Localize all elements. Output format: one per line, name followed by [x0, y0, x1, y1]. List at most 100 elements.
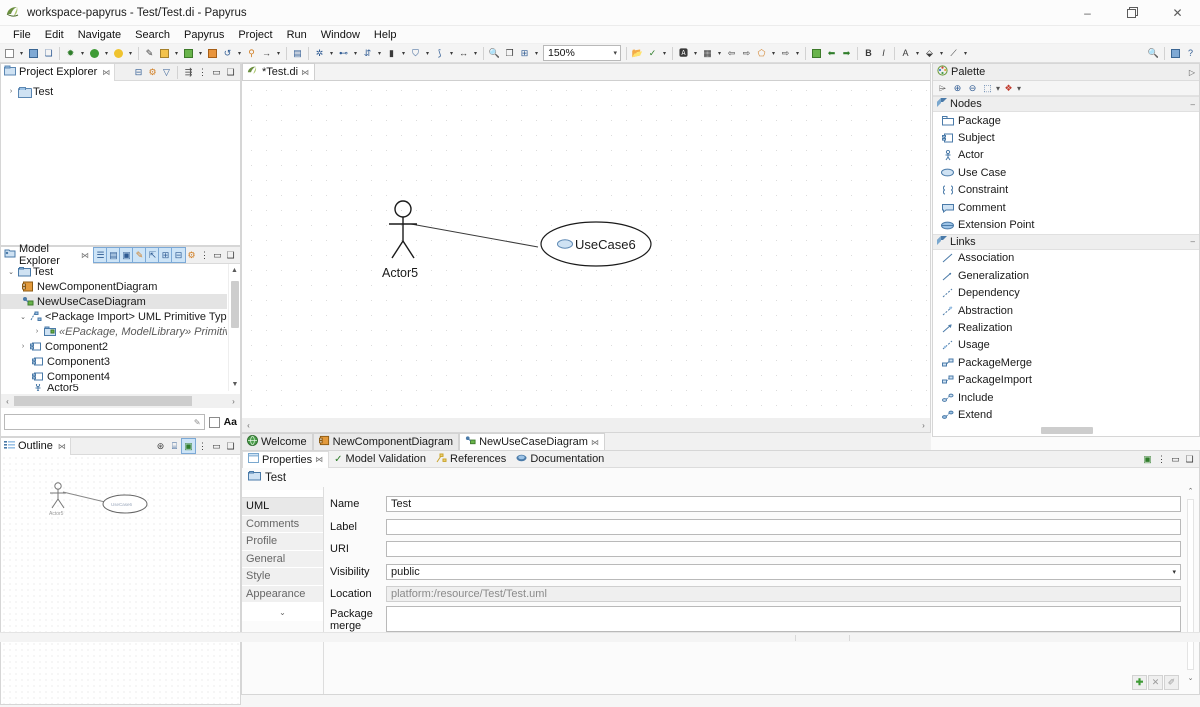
- menu-help[interactable]: Help: [367, 26, 404, 44]
- palette-expand-icon[interactable]: ▷: [1189, 68, 1195, 77]
- palette-section-nodes[interactable]: Nodes –: [933, 96, 1199, 112]
- palette-item-package[interactable]: Package: [933, 112, 1199, 129]
- snap-icon[interactable]: ⟆: [432, 45, 447, 61]
- package-merge-list[interactable]: [386, 605, 1181, 632]
- expand-arrow-icon[interactable]: ›: [5, 88, 17, 95]
- link-with-editor-icon[interactable]: ⚙: [185, 248, 198, 262]
- undo-history-icon[interactable]: ↺: [220, 45, 235, 61]
- tab-test-di[interactable]: *Test.di ⋈: [242, 63, 316, 80]
- tree-row[interactable]: NewComponentDiagram: [1, 279, 227, 294]
- shape-dropdown-icon[interactable]: ▾: [793, 45, 802, 61]
- minimize-icon[interactable]: ▭: [211, 248, 224, 262]
- visibility-select[interactable]: public ▾: [386, 563, 1181, 580]
- palette-item-include[interactable]: Include: [933, 389, 1199, 406]
- font-dropdown-icon[interactable]: ▾: [913, 45, 922, 61]
- distribute-icon[interactable]: ▮: [384, 45, 399, 61]
- collapse-all-icon[interactable]: ⊟: [171, 247, 186, 263]
- menu-navigate[interactable]: Navigate: [71, 26, 128, 44]
- side-tab-uml[interactable]: UML: [242, 498, 323, 516]
- palette-scroll-handle[interactable]: [1041, 427, 1093, 434]
- save-model-icon[interactable]: ▣: [119, 247, 134, 263]
- outline-overview-icon[interactable]: ⊛: [154, 439, 167, 453]
- link-with-editor-icon[interactable]: ⚙: [146, 65, 159, 79]
- new-diagram-icon[interactable]: [181, 45, 196, 61]
- outline-page-icon[interactable]: ⌸: [168, 439, 181, 453]
- scroll-left-icon[interactable]: ‹: [1, 397, 14, 406]
- distribute-dropdown-icon[interactable]: ▾: [399, 45, 408, 61]
- close-icon[interactable]: ⋈: [301, 68, 309, 77]
- scroll-down-icon[interactable]: ⌄: [1184, 674, 1197, 682]
- side-tab-appearance[interactable]: Appearance: [242, 585, 323, 603]
- diagram-canvas[interactable]: Actor5 UseCase6: [242, 81, 930, 432]
- minimize-icon[interactable]: ▭: [210, 439, 223, 453]
- tree-row[interactable]: ⌄ Test: [1, 264, 227, 279]
- next-annotation-icon[interactable]: →: [259, 45, 274, 61]
- palette-section-links[interactable]: Links –: [933, 233, 1199, 250]
- restore-button[interactable]: [1110, 0, 1155, 26]
- scroll-right-icon[interactable]: ›: [227, 397, 240, 406]
- palette-config-dropdown-icon[interactable]: ▾: [1017, 84, 1021, 93]
- maximize-icon[interactable]: ❑: [1183, 452, 1196, 466]
- label-field[interactable]: [386, 518, 1181, 535]
- scroll-up-icon[interactable]: ⌃: [1184, 487, 1197, 499]
- run-dropdown-icon[interactable]: ▾: [102, 45, 111, 61]
- list-view-icon[interactable]: ☰: [93, 247, 108, 263]
- model-tree-vscrollbar[interactable]: ▲ ▼: [228, 264, 240, 391]
- arrange-icon[interactable]: ⊷: [336, 45, 351, 61]
- arrow-right-icon[interactable]: ⇨: [739, 45, 754, 61]
- properties-vscrollbar[interactable]: ⌃ ⌄: [1184, 487, 1197, 694]
- minimize-icon[interactable]: –: [1191, 100, 1195, 109]
- profile-dropdown-icon[interactable]: ▾: [126, 45, 135, 61]
- new-model-dropdown-icon[interactable]: ▾: [172, 45, 181, 61]
- save-all-icon[interactable]: ❏: [41, 45, 56, 61]
- arrow-left-icon[interactable]: ⇦: [724, 45, 739, 61]
- expand-arrow-icon[interactable]: ›: [31, 328, 43, 335]
- expand-arrow-icon[interactable]: ›: [17, 343, 29, 350]
- zoom-in-tool-icon[interactable]: ⊕: [951, 81, 964, 95]
- pencil-icon[interactable]: ✎: [142, 45, 157, 61]
- menu-file[interactable]: File: [6, 26, 38, 44]
- arrange-dropdown-icon[interactable]: ▾: [351, 45, 360, 61]
- new-wizard-dropdown-icon[interactable]: ▾: [17, 45, 26, 61]
- close-icon[interactable]: ⋈: [591, 438, 599, 447]
- maximize-icon[interactable]: ❑: [224, 439, 237, 453]
- align-dropdown-icon[interactable]: ▾: [375, 45, 384, 61]
- link-icon[interactable]: ⚲: [244, 45, 259, 61]
- palette-item-use-case[interactable]: Use Case: [933, 164, 1199, 181]
- tree-row[interactable]: › Component2: [1, 339, 227, 354]
- fill-icon[interactable]: ⬙: [922, 45, 937, 61]
- menu-edit[interactable]: Edit: [38, 26, 71, 44]
- tree-row[interactable]: › Test: [1, 84, 240, 99]
- side-tab-style[interactable]: Style: [242, 568, 323, 586]
- align-icon[interactable]: ⇵: [360, 45, 375, 61]
- tab-outline[interactable]: Outline ⋈: [1, 437, 71, 455]
- tree-row[interactable]: Component3: [1, 354, 227, 369]
- view-menu-icon[interactable]: ⋮: [196, 439, 209, 453]
- tab-properties[interactable]: Properties ⋈: [242, 450, 330, 468]
- validate-dropdown-icon[interactable]: ▾: [660, 45, 669, 61]
- fill-color-dropdown-icon[interactable]: ▾: [769, 45, 778, 61]
- filter-icon[interactable]: ✲: [312, 45, 327, 61]
- tree-row[interactable]: NewUseCaseDiagram: [1, 294, 227, 309]
- palette-item-abstraction[interactable]: Abstraction: [933, 302, 1199, 319]
- tab-project-explorer[interactable]: Project Explorer ⋈: [1, 63, 116, 81]
- menu-papyrus[interactable]: Papyrus: [177, 26, 231, 44]
- zoom-combo[interactable]: 150% ▾: [543, 45, 621, 61]
- marquee-dropdown-icon[interactable]: ▾: [996, 84, 1000, 93]
- uri-field[interactable]: [386, 541, 1181, 558]
- side-tab-profile[interactable]: Profile: [242, 533, 323, 551]
- menu-window[interactable]: Window: [314, 26, 367, 44]
- scroll-down-icon[interactable]: ▼: [229, 378, 241, 391]
- expand-all-icon[interactable]: ⊞: [158, 247, 173, 263]
- page-tab-welcome[interactable]: Welcome: [241, 433, 313, 450]
- palette-item-packagemerge[interactable]: PackageMerge: [933, 354, 1199, 371]
- tree-row[interactable]: Actor5: [1, 384, 227, 391]
- new-view-icon[interactable]: [809, 45, 824, 61]
- palette-item-constraint[interactable]: Constraint: [933, 182, 1199, 199]
- menu-run[interactable]: Run: [280, 26, 314, 44]
- scroll-up-icon[interactable]: ▲: [229, 264, 240, 277]
- tree-row[interactable]: ⌄ <Package Import> UML Primitive Types: [1, 309, 227, 324]
- run-icon[interactable]: [87, 45, 102, 61]
- palette-item-dependency[interactable]: Dependency: [933, 285, 1199, 302]
- grid-icon[interactable]: ⛉: [408, 45, 423, 61]
